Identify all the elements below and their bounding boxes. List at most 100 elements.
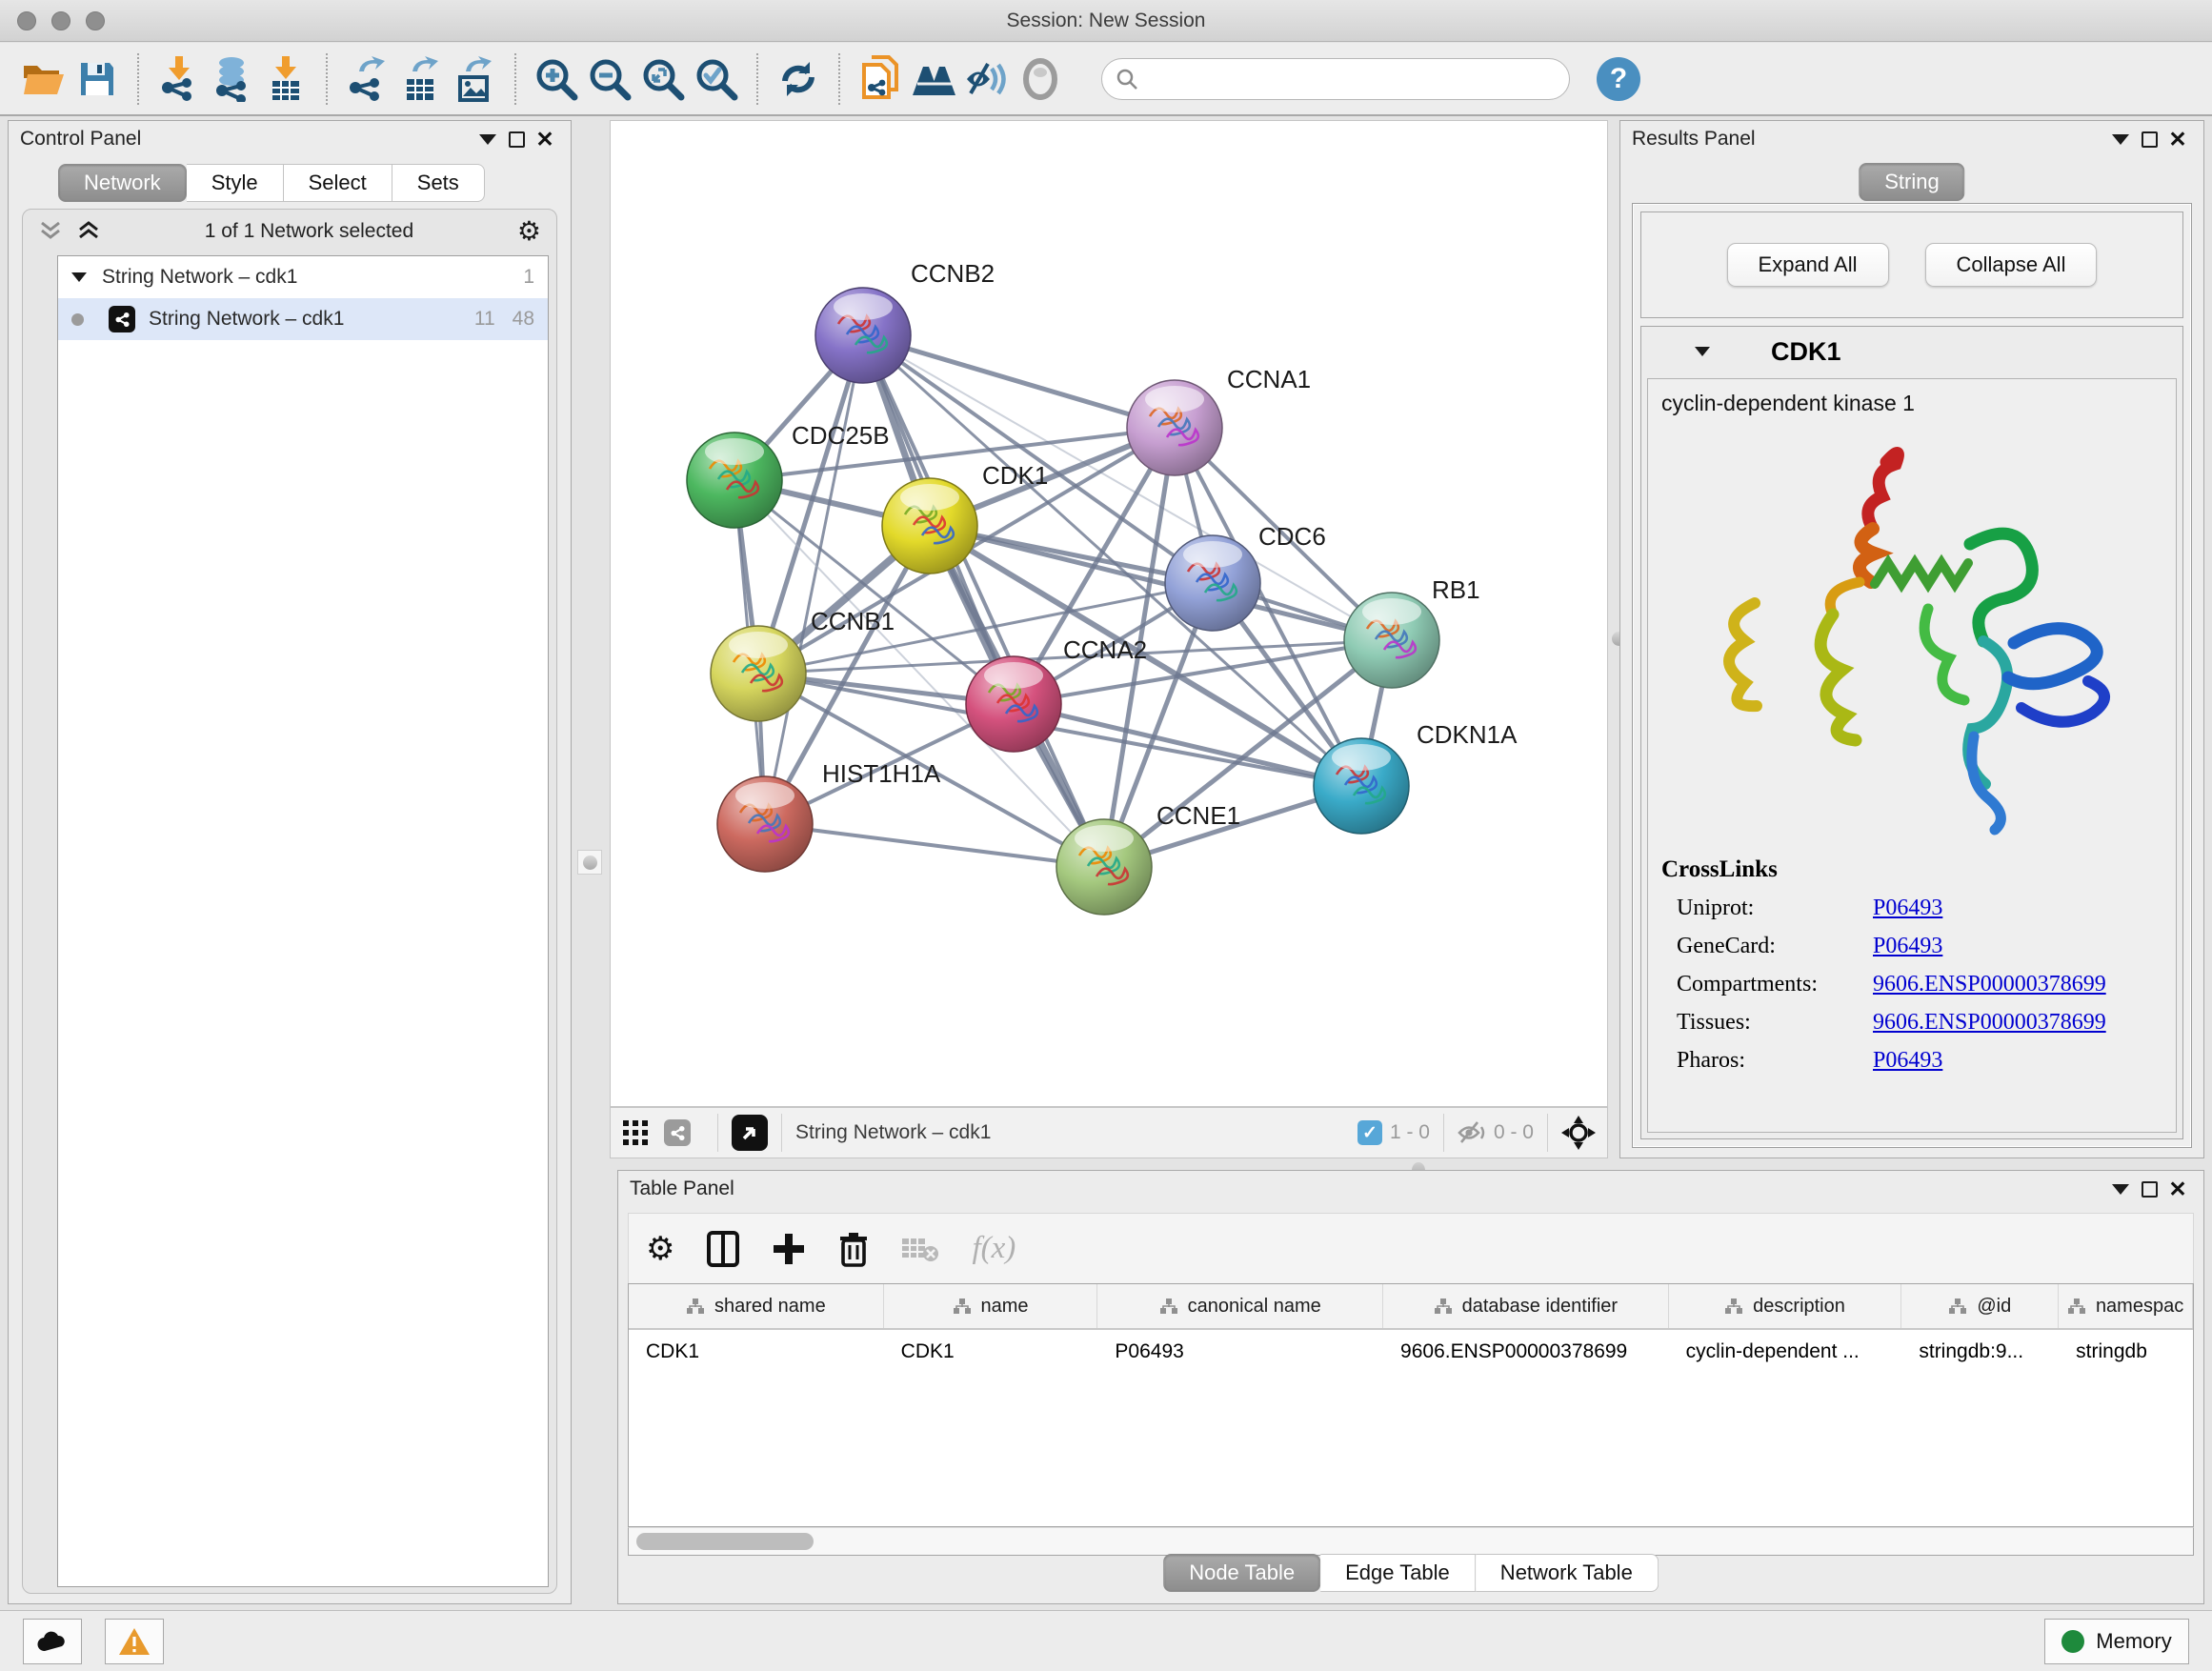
node-table[interactable]: shared namenamecanonical namedatabase id… bbox=[628, 1283, 2194, 1527]
table-cell[interactable]: stringdb bbox=[2059, 1330, 2193, 1374]
panel-close-button[interactable]: ✕ bbox=[2163, 127, 2192, 151]
network-row[interactable]: String Network – cdk1 11 48 bbox=[58, 298, 548, 340]
delete-table-icon[interactable] bbox=[901, 1235, 939, 1263]
column-header-canonical-name[interactable]: canonical name bbox=[1097, 1284, 1383, 1328]
network-node-ccna1[interactable]: CCNA1 bbox=[1127, 365, 1311, 475]
show-columns-icon[interactable] bbox=[707, 1231, 739, 1267]
expander-icon[interactable] bbox=[1695, 347, 1710, 356]
memory-button[interactable]: Memory bbox=[2044, 1619, 2189, 1664]
table-cell[interactable]: cyclin-dependent ... bbox=[1669, 1330, 1902, 1374]
crosslink-label: Compartments: bbox=[1661, 972, 1873, 997]
hide-selected-button[interactable] bbox=[960, 52, 1014, 106]
tab-node-table[interactable]: Node Table bbox=[1163, 1554, 1320, 1592]
search-input[interactable] bbox=[1148, 68, 1556, 90]
crosslink-row: GeneCard:P06493 bbox=[1661, 934, 2162, 959]
collapse-all-icon[interactable] bbox=[38, 219, 63, 244]
network-node-cdkn1a[interactable]: CDKN1A bbox=[1314, 720, 1518, 834]
panel-float-button[interactable] bbox=[2135, 127, 2163, 151]
table-row[interactable]: CDK1CDK1P064939606.ENSP00000378699cyclin… bbox=[629, 1330, 2193, 1374]
expand-all-button[interactable]: Expand All bbox=[1727, 243, 1889, 287]
column-header-description[interactable]: description bbox=[1669, 1284, 1902, 1328]
panel-collapse-button[interactable] bbox=[473, 127, 502, 151]
table-cell[interactable]: stringdb:9... bbox=[1901, 1330, 2059, 1374]
zoom-out-button[interactable] bbox=[583, 52, 636, 106]
first-neighbors-button[interactable] bbox=[907, 52, 960, 106]
network-node-cdc6[interactable]: CDC6 bbox=[1165, 522, 1326, 631]
column-type-icon bbox=[1159, 1298, 1178, 1315]
table-cell[interactable]: 9606.ENSP00000378699 bbox=[1383, 1330, 1669, 1374]
hidden-eye-icon[interactable] bbox=[1458, 1120, 1486, 1145]
network-view-canvas[interactable]: CCNB2CCNA1CDC25BCDK1CDC6RB1CCNB1CCNA2CDK… bbox=[610, 120, 1608, 1107]
zoom-in-button[interactable] bbox=[530, 52, 583, 106]
network-edge[interactable] bbox=[765, 824, 1104, 867]
export-table-button[interactable] bbox=[394, 52, 448, 106]
panel-float-button[interactable] bbox=[2135, 1177, 2163, 1201]
left-splitter-handle[interactable] bbox=[577, 850, 602, 875]
refresh-button[interactable] bbox=[772, 52, 825, 106]
crosslink-link[interactable]: 9606.ENSP00000378699 bbox=[1873, 1010, 2106, 1036]
crosslink-link[interactable]: 9606.ENSP00000378699 bbox=[1873, 972, 2106, 997]
network-node-rb1[interactable]: RB1 bbox=[1344, 575, 1480, 688]
export-image-button[interactable] bbox=[448, 52, 501, 106]
export-network-button[interactable] bbox=[341, 52, 394, 106]
save-session-button[interactable] bbox=[70, 52, 124, 106]
import-network-button[interactable] bbox=[152, 52, 206, 106]
tab-network[interactable]: Network bbox=[58, 164, 187, 202]
detach-view-button[interactable] bbox=[732, 1115, 768, 1151]
show-all-button[interactable] bbox=[1014, 52, 1067, 106]
table-cell[interactable]: P06493 bbox=[1097, 1330, 1383, 1374]
collapse-all-button[interactable]: Collapse All bbox=[1925, 243, 2098, 287]
cloud-status-button[interactable] bbox=[23, 1619, 82, 1664]
column-header-namespac[interactable]: namespac bbox=[2059, 1284, 2193, 1328]
network-node-ccnb1[interactable]: CCNB1 bbox=[711, 607, 895, 721]
network-edge[interactable] bbox=[863, 335, 1175, 428]
scrollbar-thumb[interactable] bbox=[636, 1533, 814, 1550]
expand-all-icon[interactable] bbox=[76, 219, 101, 244]
panel-close-button[interactable]: ✕ bbox=[2163, 1177, 2192, 1201]
tab-edge-table[interactable]: Edge Table bbox=[1320, 1554, 1476, 1592]
grid-view-icon[interactable] bbox=[622, 1119, 649, 1146]
delete-column-trash-icon[interactable] bbox=[838, 1231, 869, 1267]
network-edge[interactable] bbox=[765, 335, 863, 824]
tab-select[interactable]: Select bbox=[284, 164, 392, 202]
tab-string[interactable]: String bbox=[1859, 163, 1964, 201]
function-builder-icon[interactable]: f(x) bbox=[972, 1231, 1016, 1266]
gear-icon[interactable]: ⚙ bbox=[517, 218, 541, 245]
network-collection-row[interactable]: String Network – cdk1 1 bbox=[58, 256, 548, 298]
network-view-icon[interactable] bbox=[664, 1119, 691, 1146]
column-header-shared-name[interactable]: shared name bbox=[629, 1284, 884, 1328]
table-cell[interactable]: CDK1 bbox=[629, 1330, 884, 1374]
warnings-button[interactable] bbox=[105, 1619, 164, 1664]
panel-collapse-button[interactable] bbox=[2106, 1177, 2135, 1201]
crosslink-row: Pharos:P06493 bbox=[1661, 1048, 2162, 1074]
birds-eye-view-icon[interactable] bbox=[1561, 1116, 1596, 1150]
tab-sets[interactable]: Sets bbox=[392, 164, 485, 202]
network-graph[interactable]: CCNB2CCNA1CDC25BCDK1CDC6RB1CCNB1CCNA2CDK… bbox=[611, 121, 1607, 1106]
add-column-icon[interactable] bbox=[772, 1232, 806, 1266]
clone-network-button[interactable] bbox=[854, 52, 907, 106]
zoom-selected-button[interactable] bbox=[690, 52, 743, 106]
table-horizontal-scrollbar[interactable] bbox=[628, 1527, 2194, 1556]
zoom-fit-button[interactable] bbox=[636, 52, 690, 106]
expander-icon[interactable] bbox=[71, 272, 87, 282]
table-options-gear-icon[interactable]: ⚙ bbox=[646, 1230, 674, 1268]
help-button[interactable]: ? bbox=[1597, 57, 1640, 101]
crosslink-link[interactable]: P06493 bbox=[1873, 934, 1942, 959]
tab-network-table[interactable]: Network Table bbox=[1476, 1554, 1659, 1592]
crosslink-link[interactable]: P06493 bbox=[1873, 1048, 1942, 1074]
panel-close-button[interactable]: ✕ bbox=[531, 127, 559, 151]
crosslink-link[interactable]: P06493 bbox=[1873, 896, 1942, 921]
table-cell[interactable]: CDK1 bbox=[884, 1330, 1098, 1374]
network-node-hist1h1a[interactable]: HIST1H1A bbox=[717, 759, 941, 872]
import-database-button[interactable] bbox=[206, 52, 259, 106]
column-header-database-identifier[interactable]: database identifier bbox=[1383, 1284, 1669, 1328]
gene-header-row[interactable]: CDK1 bbox=[1641, 327, 2182, 376]
import-table-button[interactable] bbox=[259, 52, 312, 106]
column-header-name[interactable]: name bbox=[884, 1284, 1098, 1328]
panel-collapse-button[interactable] bbox=[2106, 127, 2135, 151]
column-header--id[interactable]: @id bbox=[1901, 1284, 2059, 1328]
open-session-button[interactable] bbox=[17, 52, 70, 106]
panel-float-button[interactable] bbox=[502, 127, 531, 151]
tab-style[interactable]: Style bbox=[187, 164, 284, 202]
selected-checkbox-icon[interactable]: ✓ bbox=[1357, 1120, 1382, 1145]
